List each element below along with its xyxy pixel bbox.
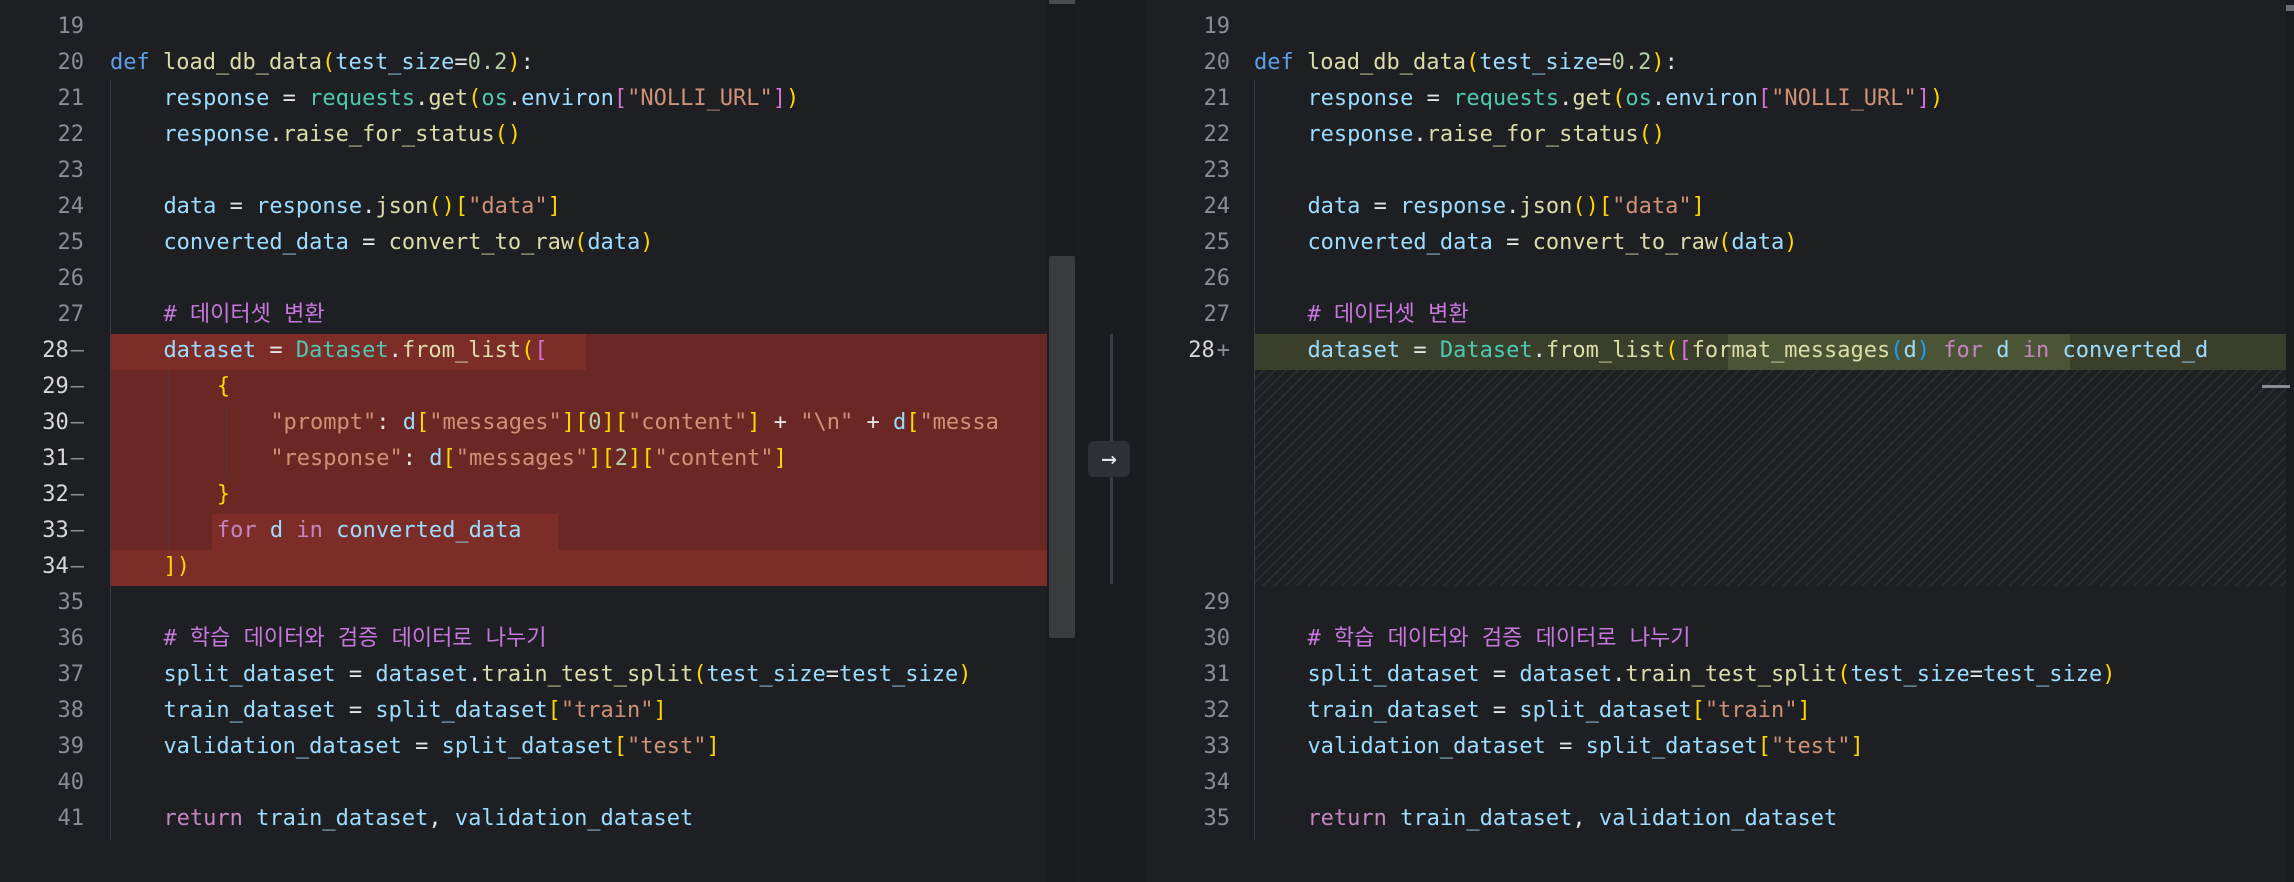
- line-number: 23: [1203, 158, 1231, 183]
- line-number: 24: [1203, 194, 1231, 219]
- line-number: 20: [57, 50, 85, 75]
- line-number: 26: [57, 266, 85, 291]
- line-number: 31: [1203, 662, 1231, 687]
- line-number: 34—: [42, 554, 84, 579]
- line-number: 22: [1203, 122, 1231, 147]
- line-number: 30: [1203, 626, 1231, 651]
- code-line[interactable]: split_dataset = dataset.train_test_split…: [1307, 657, 2115, 693]
- diff-marker: —: [70, 518, 84, 543]
- code-line[interactable]: response = requests.get(os.environ["NOLL…: [1307, 81, 1943, 117]
- diff-marker: —: [70, 554, 84, 579]
- code-line[interactable]: "prompt": d["messages"][0]["content"] + …: [270, 405, 999, 441]
- line-number: 22: [57, 122, 85, 147]
- line-number: 29—: [42, 374, 84, 399]
- code-line[interactable]: "response": d["messages"][2]["content"]: [270, 441, 787, 477]
- code-line[interactable]: ]): [163, 549, 190, 585]
- indent-guide: [1254, 80, 1255, 840]
- code-line[interactable]: return train_dataset, validation_dataset: [163, 801, 693, 837]
- indent-guide: [226, 406, 227, 478]
- code-line[interactable]: train_dataset = split_dataset["train"]: [163, 693, 666, 729]
- code-line[interactable]: data = response.json()["data"]: [1307, 189, 1704, 225]
- line-number: 36: [57, 626, 85, 651]
- left-editor-pane[interactable]: 19 20 def load_db_data(test_size=0.2): 21 re…: [0, 0, 1076, 882]
- code-line[interactable]: dataset = Dataset.from_list([format_mess…: [1307, 333, 2208, 369]
- line-number: 20: [1203, 50, 1231, 75]
- code-line[interactable]: def load_db_data(test_size=0.2):: [1254, 45, 1678, 81]
- code-line[interactable]: validation_dataset = split_dataset["test…: [1307, 729, 1863, 765]
- line-number: 21: [1203, 86, 1231, 111]
- code-line[interactable]: dataset = Dataset.from_list([: [163, 333, 547, 369]
- line-number: 27: [1203, 302, 1231, 327]
- deleted-inline-highlight: [110, 550, 1076, 586]
- code-line[interactable]: response.raise_for_status(): [1307, 117, 1665, 153]
- code-line[interactable]: validation_dataset = split_dataset["test…: [163, 729, 719, 765]
- diff-marker: —: [70, 410, 84, 435]
- code-line[interactable]: response.raise_for_status(): [163, 117, 521, 153]
- right-editor-pane[interactable]: 19 20 def load_db_data(test_size=0.2): 21 re…: [1146, 0, 2294, 882]
- code-line[interactable]: {: [217, 369, 230, 405]
- line-number: 32—: [42, 482, 84, 507]
- indent-guide: [168, 370, 169, 550]
- code-line[interactable]: # 데이터셋 변환: [163, 297, 324, 333]
- line-number: 24: [57, 194, 85, 219]
- line-number: 34: [1203, 770, 1231, 795]
- code-line[interactable]: # 학습 데이터와 검증 데이터로 나누기: [163, 621, 546, 657]
- code-line[interactable]: # 데이터셋 변환: [1307, 297, 1468, 333]
- diff-marker: —: [70, 482, 84, 507]
- code-line[interactable]: def load_db_data(test_size=0.2):: [110, 45, 534, 81]
- line-number: 21: [57, 86, 85, 111]
- line-number: 29: [1203, 590, 1231, 615]
- line-number: 23: [57, 158, 85, 183]
- diff-placeholder-hatch: [1254, 370, 2294, 586]
- code-line[interactable]: converted_data = convert_to_raw(data): [163, 225, 653, 261]
- line-number: 30—: [42, 410, 84, 435]
- diff-marker: —: [70, 338, 84, 363]
- indent-guide: [110, 80, 111, 840]
- line-number: 33: [1203, 734, 1231, 759]
- line-number: 35: [1203, 806, 1231, 831]
- code-line[interactable]: split_dataset = dataset.train_test_split…: [163, 657, 971, 693]
- code-line[interactable]: return train_dataset, validation_dataset: [1307, 801, 1837, 837]
- line-number: 25: [57, 230, 85, 255]
- right-overview-marker: [2286, 5, 2294, 11]
- diff-marker: —: [70, 374, 84, 399]
- line-number: 32: [1203, 698, 1231, 723]
- code-line[interactable]: for d in converted_data: [217, 513, 522, 549]
- right-overview-ruler: [2286, 0, 2294, 882]
- left-overview-marker: [1049, 0, 1075, 4]
- code-line[interactable]: # 학습 데이터와 검증 데이터로 나누기: [1307, 621, 1690, 657]
- line-number: 19: [1203, 14, 1231, 39]
- line-number: 39: [57, 734, 85, 759]
- line-number: 26: [1203, 266, 1231, 291]
- code-line[interactable]: converted_data = convert_to_raw(data): [1307, 225, 1797, 261]
- code-line[interactable]: train_dataset = split_dataset["train"]: [1307, 693, 1810, 729]
- code-line[interactable]: data = response.json()["data"]: [163, 189, 560, 225]
- line-number: 27: [57, 302, 85, 327]
- right-scroll-position-marker: [2262, 385, 2290, 388]
- line-number: 38: [57, 698, 85, 723]
- code-line[interactable]: }: [217, 477, 230, 513]
- line-number: 40: [57, 770, 85, 795]
- line-number: 28—: [42, 338, 84, 363]
- line-number: 33—: [42, 518, 84, 543]
- code-line[interactable]: response = requests.get(os.environ["NOLL…: [163, 81, 799, 117]
- line-number: 25: [1203, 230, 1231, 255]
- left-scrollbar-thumb[interactable]: [1049, 256, 1075, 638]
- line-number: 31—: [42, 446, 84, 471]
- diff-marker: —: [70, 446, 84, 471]
- line-number: 19: [57, 14, 85, 39]
- diff-marker: +: [1216, 338, 1230, 363]
- apply-change-arrow-icon[interactable]: →: [1088, 441, 1130, 477]
- line-number: 28+: [1188, 338, 1230, 363]
- line-number: 35: [57, 590, 85, 615]
- line-number: 41: [57, 806, 85, 831]
- line-number: 37: [57, 662, 85, 687]
